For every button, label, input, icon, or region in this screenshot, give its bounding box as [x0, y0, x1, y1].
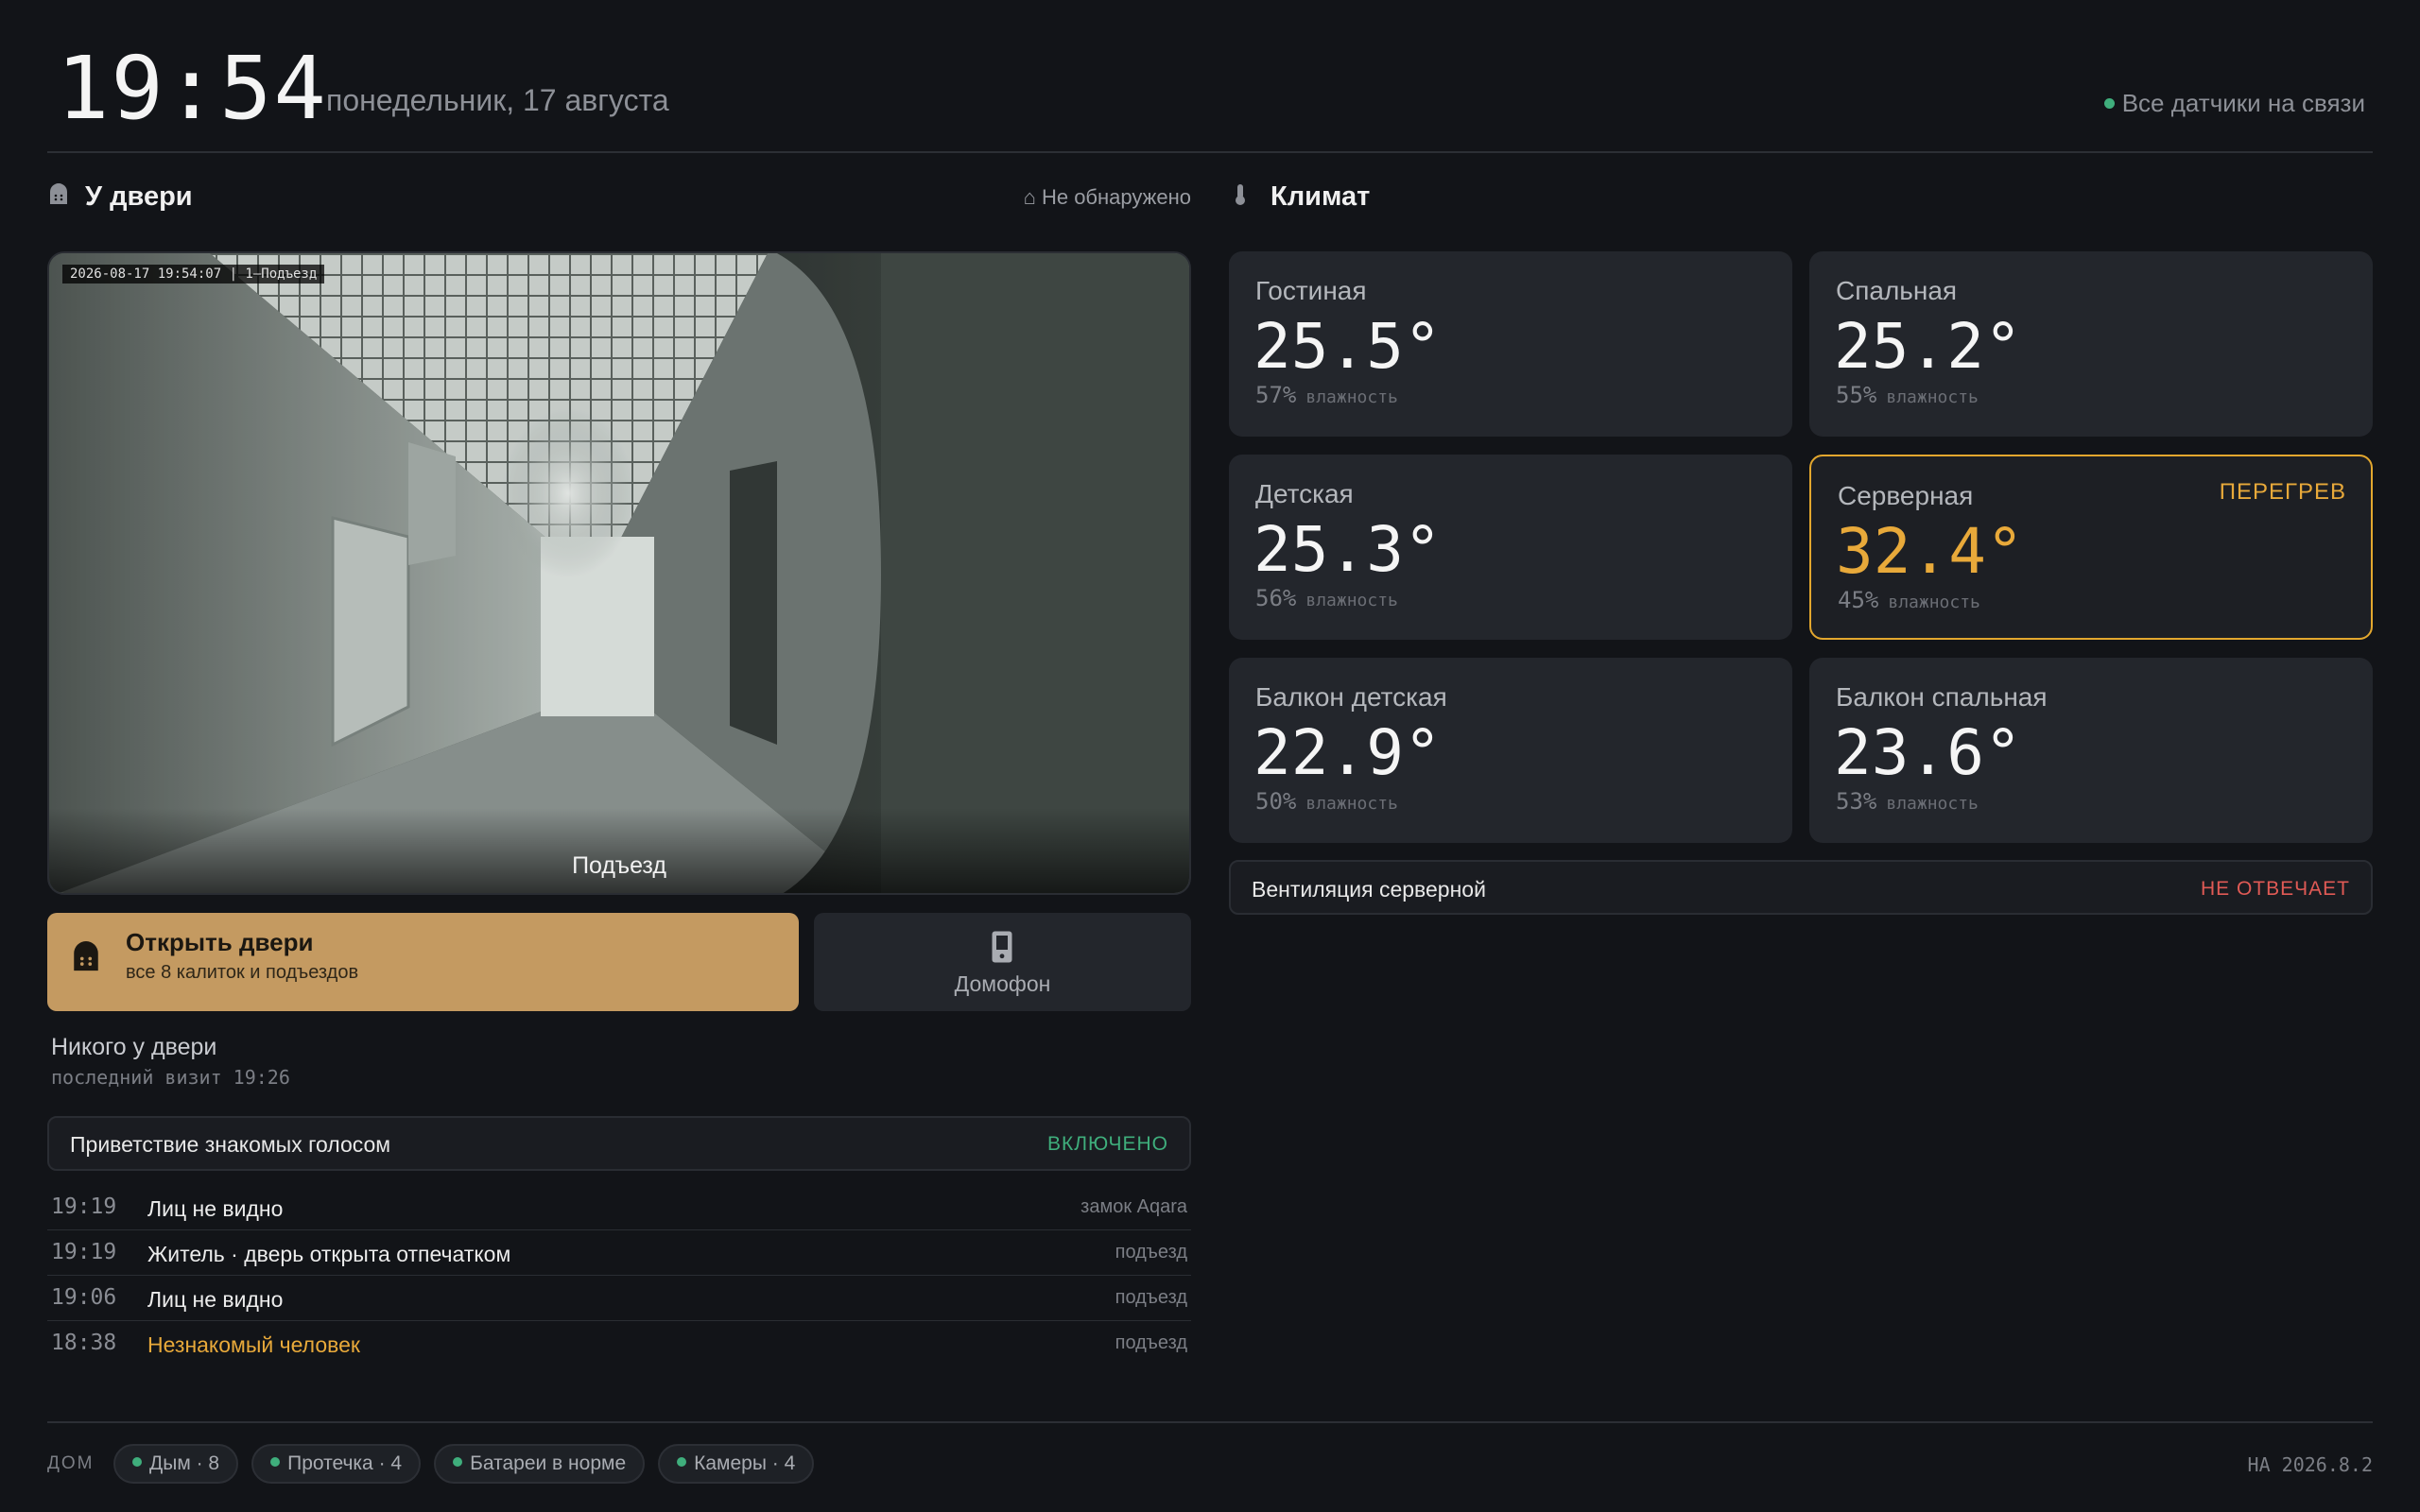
greeting-state: ВКЛЮЧЕНО: [1046, 1133, 1168, 1155]
room-humidity: 55% влажность: [1836, 382, 1979, 408]
room-temperature: 23.6°: [1834, 716, 2022, 789]
room-humidity: 45% влажность: [1838, 587, 1980, 613]
event-source: подъезд: [1115, 1287, 1187, 1308]
event-time: 19:06: [51, 1285, 117, 1310]
door-section-title: У двери: [47, 181, 193, 213]
version: HA 2026.8.2: [2247, 1453, 2373, 1476]
event-text: Незнакомый человек: [147, 1332, 360, 1357]
status-chips: Дым · 8 Протечка · 4 Батареи в норме Кам…: [113, 1444, 815, 1484]
footer: ДОМ Дым · 8 Протечка · 4 Батареи в норме…: [47, 1421, 2373, 1506]
chip-smoke[interactable]: Дым · 8: [113, 1444, 239, 1484]
room-humidity: 50% влажность: [1255, 788, 1398, 815]
sensors-status-text: Все датчики на связи: [2121, 89, 2365, 117]
room-temperature: 25.3°: [1253, 513, 1442, 586]
event-text: Лиц не видно: [147, 1287, 284, 1312]
room-temperature: 25.2°: [1834, 310, 2022, 383]
door-title-text: У двери: [85, 181, 193, 212]
door-icon: [50, 183, 67, 205]
gate-icon: [74, 941, 98, 971]
room-name: Балкон детская: [1255, 682, 1447, 712]
event-source: подъезд: [1115, 1332, 1187, 1353]
home-label: ДОМ: [47, 1453, 95, 1473]
room-temperature: 25.5°: [1253, 310, 1442, 383]
camera-timestamp: 2026-08-17 19:54:07 | 1–Подъезд: [62, 265, 325, 284]
greeting-toggle[interactable]: Приветствие знакомых голосом ВКЛЮЧЕНО: [47, 1116, 1191, 1171]
last-visit: последний визит 19:26: [51, 1066, 290, 1089]
ventilation-status[interactable]: Вентиляция серверной НЕ ОТВЕЧАЕТ: [1229, 860, 2373, 915]
sensors-status: Все датчики на связи: [2103, 89, 2365, 118]
camera-feed[interactable]: 2026-08-17 19:54:07 | 1–Подъезд Подъезд: [47, 251, 1191, 895]
thermometer-icon: [1236, 184, 1245, 206]
camera-shade: [49, 808, 1189, 893]
clock: 19:54: [57, 38, 328, 139]
room-card-alert[interactable]: Серверная ПЕРЕГРЕВ 32.4° 45% влажность: [1809, 455, 2373, 640]
event-text: Житель · дверь открыта отпечатком: [147, 1242, 511, 1266]
event-source: замок Aqara: [1080, 1196, 1187, 1217]
chip-leak[interactable]: Протечка · 4: [251, 1444, 422, 1484]
intercom-label: Домофон: [954, 971, 1051, 996]
event-row: 18:38 Незнакомый человек подъезд: [47, 1321, 1191, 1366]
room-humidity: 53% влажность: [1836, 788, 1979, 815]
event-time: 19:19: [51, 1194, 117, 1219]
status-dot-icon: [453, 1457, 463, 1468]
event-text: Лиц не видно: [147, 1196, 284, 1221]
room-temperature: 32.4°: [1836, 515, 2024, 588]
event-log: 19:19 Лиц не видно замок Aqara 19:19 Жит…: [47, 1185, 1191, 1366]
room-name: Серверная: [1838, 481, 1974, 510]
status-dot-icon: [677, 1457, 687, 1468]
room-card[interactable]: Детская 25.3° 56% влажность: [1229, 455, 1792, 640]
room-temperature: 22.9°: [1253, 716, 1442, 789]
room-name: Гостиная: [1255, 276, 1367, 305]
open-doors-button[interactable]: Открыть двери все 8 калиток и подъездов: [47, 913, 799, 1011]
chip-batteries[interactable]: Батареи в норме: [434, 1444, 646, 1484]
intercom-button[interactable]: Домофон: [814, 913, 1191, 1011]
date: понедельник, 17 августа: [326, 83, 669, 117]
camera-label: Подъезд: [572, 852, 666, 879]
intercom-icon: [992, 931, 1012, 963]
event-time: 19:19: [51, 1240, 117, 1264]
chip-cameras[interactable]: Камеры · 4: [658, 1444, 815, 1484]
room-card[interactable]: Балкон спальная 23.6° 53% влажность: [1809, 658, 2373, 843]
open-doors-subtitle: все 8 калиток и подъездов: [126, 962, 359, 983]
room-humidity: 57% влажность: [1255, 382, 1398, 408]
event-row: 19:19 Лиц не видно замок Aqara: [47, 1185, 1191, 1230]
status-dot-icon: [270, 1457, 281, 1468]
detection-status: ⌂ Не обнаружено: [1023, 185, 1191, 209]
status-dot-icon: [2103, 97, 2115, 109]
ventilation-label: Вентиляция серверной: [1252, 877, 1486, 902]
room-card[interactable]: Спальная 25.2° 55% влажность: [1809, 251, 2373, 437]
status-dot-icon: [132, 1457, 142, 1468]
room-card[interactable]: Балкон детская 22.9° 50% влажность: [1229, 658, 1792, 843]
greeting-label: Приветствие знакомых голосом: [70, 1132, 391, 1157]
event-row: 19:19 Житель · дверь открыта отпечатком …: [47, 1230, 1191, 1276]
room-name: Балкон спальная: [1836, 682, 2048, 712]
visitor-status: Никого у двери: [51, 1034, 217, 1060]
event-source: подъезд: [1115, 1242, 1187, 1263]
overheat-badge: ПЕРЕГРЕВ: [2219, 479, 2346, 505]
event-time: 18:38: [51, 1331, 117, 1355]
ventilation-state: НЕ ОТВЕЧАЕТ: [2200, 878, 2350, 900]
header: 19:54 понедельник, 17 августа Все датчик…: [47, 28, 2373, 153]
event-row: 19:06 Лиц не видно подъезд: [47, 1276, 1191, 1321]
climate-section-title: Климат: [1229, 181, 1370, 213]
room-name: Спальная: [1836, 276, 1958, 305]
room-humidity: 56% влажность: [1255, 585, 1398, 611]
open-doors-title: Открыть двери: [126, 928, 314, 956]
climate-title-text: Климат: [1270, 181, 1371, 212]
room-card[interactable]: Гостиная 25.5° 57% влажность: [1229, 251, 1792, 437]
room-name: Детская: [1255, 479, 1354, 508]
camera-image: [49, 253, 1189, 893]
